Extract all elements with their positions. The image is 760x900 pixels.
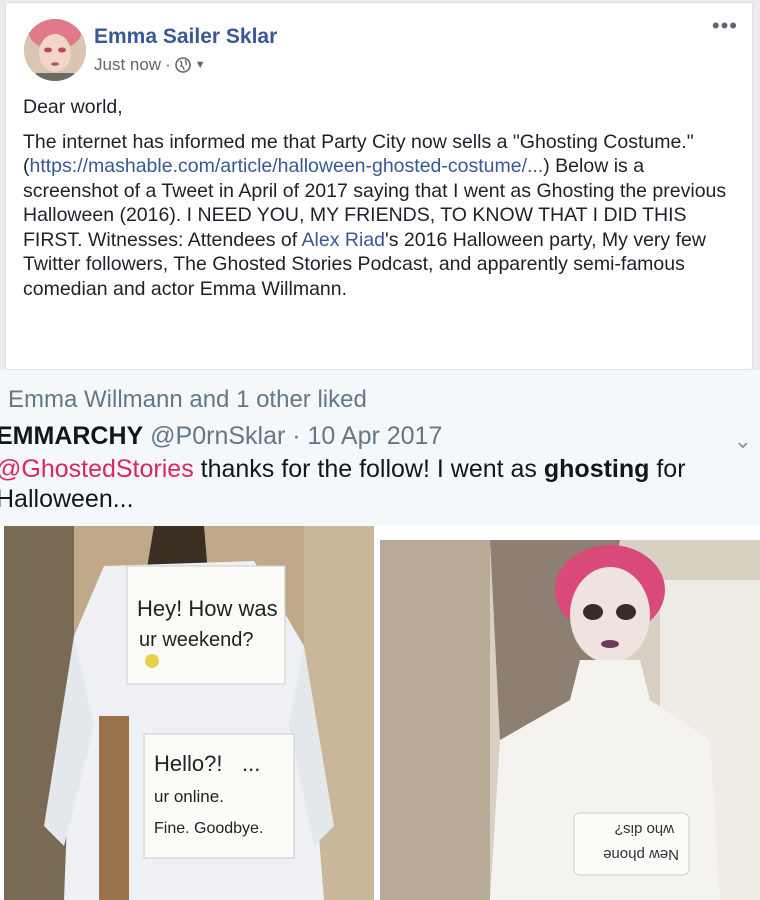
- sign-hey: Hey! How was ur weekend?: [126, 565, 286, 685]
- sign-hello-line1: Hello?!: [154, 751, 222, 776]
- post-paragraph: The internet has informed me that Party …: [23, 130, 743, 302]
- costume-photo-drawing: Hey! How was ur weekend? Hello?! ... ur …: [4, 526, 374, 900]
- post-paragraph: Dear world,: [23, 96, 123, 118]
- tweet-handle-date: @P0rnSklar · 10 Apr 2017: [143, 422, 443, 450]
- chevron-down-icon: ⌄: [733, 428, 752, 453]
- article-link[interactable]: https://mashable.com/article/halloween-g…: [30, 155, 544, 177]
- chevron-down-icon[interactable]: ▼: [195, 59, 206, 71]
- more-options-icon[interactable]: •••: [712, 13, 738, 39]
- facebook-post: Emma Sailer Sklar Just now · ▼ ••• Dear …: [5, 2, 753, 370]
- meta-separator: ·: [165, 55, 171, 74]
- tweet-text-part: thanks for the follow! I went as: [193, 455, 544, 483]
- tweet-mention: @GhostedStories: [0, 455, 194, 483]
- tweet-bold-word: ghosting: [543, 455, 650, 483]
- sign-hey-line1: Hey! How was: [137, 596, 278, 621]
- sign-hey-line2: ur weekend?: [139, 629, 254, 651]
- sign-new-phone-line2: who dis?: [615, 821, 675, 838]
- avatar-image: [24, 19, 86, 81]
- sign-hello-dots: ...: [242, 751, 260, 776]
- sign-hello: Hello?! ... ur online. Fine. Goodbye.: [143, 733, 295, 859]
- tweet-display-name: EMMARCHY: [0, 422, 144, 450]
- tweet-text: @GhostedStories thanks for the follow! I…: [0, 454, 756, 514]
- globe-icon[interactable]: [174, 57, 191, 73]
- sign-new-phone-line1: New phone: [603, 846, 679, 863]
- author-name[interactable]: Emma Sailer Sklar: [94, 25, 277, 49]
- tweet-header: EMMARCHY @P0rnSklar · 10 Apr 2017: [0, 422, 442, 451]
- costume-photo: Hey! How was ur weekend? Hello?! ... ur …: [4, 526, 374, 900]
- tweet-images: Hey! How was ur weekend? Hello?! ... ur …: [0, 526, 760, 900]
- tweet-screenshot: Emma Willmann and 1 other liked EMMARCHY…: [0, 370, 760, 900]
- sign-new-phone: New phone who dis?: [573, 812, 690, 876]
- post-meta: Just now · ▼: [94, 55, 206, 75]
- sign-hello-line2: ur online.: [154, 787, 224, 806]
- selfie-photo-drawing: New phone who dis?: [380, 540, 760, 900]
- sign-hello-line3: Fine. Goodbye.: [154, 820, 263, 837]
- post-body: Dear world, The internet has informed me…: [23, 95, 743, 311]
- tagged-friend-link[interactable]: Alex Riad: [302, 229, 385, 251]
- post-time[interactable]: Just now: [94, 55, 161, 75]
- tweet-liked-line: Emma Willmann and 1 other liked: [8, 386, 367, 413]
- avatar[interactable]: [24, 19, 86, 81]
- selfie-photo: New phone who dis?: [380, 540, 760, 900]
